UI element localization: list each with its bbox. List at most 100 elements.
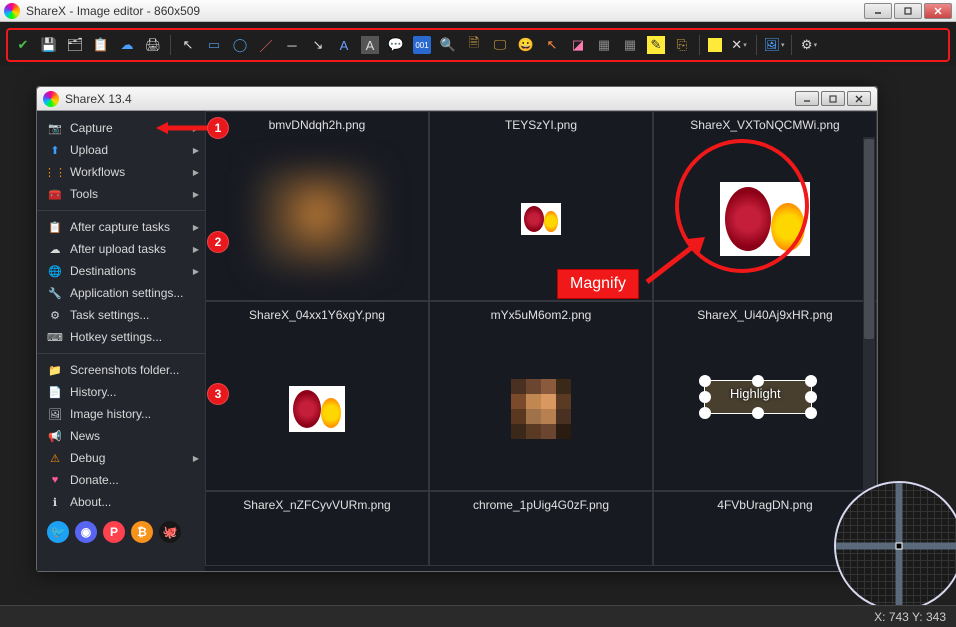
megaphone-icon: 📢 <box>47 429 63 443</box>
sidebar-item-label: Screenshots folder... <box>70 363 179 377</box>
canvas-area[interactable]: ShareX 13.4 📷Capture▶ ⬆Upload▶ ⋮⋮Workflo… <box>0 66 956 605</box>
blur-icon[interactable]: ▦ <box>595 36 613 54</box>
sidebar-item-image-history[interactable]: 🖼Image history... <box>37 403 205 425</box>
sidebar-item-about[interactable]: ℹAbout... <box>37 491 205 513</box>
scrollbar-thumb[interactable] <box>864 139 874 339</box>
info-icon: ℹ <box>47 495 63 509</box>
step-badge-3: 3 <box>207 383 229 405</box>
workflows-icon: ⋮⋮ <box>47 165 63 179</box>
sidebar-item-after-capture[interactable]: 📋After capture tasks▶ <box>37 216 205 238</box>
text-outline-icon[interactable]: A <box>335 36 353 54</box>
thumbnail-title: chrome_1pUig4G0zF.png <box>430 492 652 518</box>
sharex-main-window: ShareX 13.4 📷Capture▶ ⬆Upload▶ ⋮⋮Workflo… <box>36 86 878 572</box>
sharex-logo-icon <box>43 91 59 107</box>
highlight-icon[interactable]: ✎ <box>647 36 665 54</box>
cursor-coordinates: X: 743 Y: 343 <box>874 610 946 624</box>
magnify-annotation-arrow <box>637 237 707 287</box>
speech-icon[interactable]: 💬 <box>387 36 405 54</box>
sidebar-item-after-upload[interactable]: ☁After upload tasks▶ <box>37 238 205 260</box>
save-as-icon[interactable]: 🗂 <box>66 36 84 54</box>
thumbnail-title: ShareX_VXToNQCMWi.png <box>654 112 876 138</box>
options-icon[interactable]: ✕▾ <box>730 36 748 54</box>
sharex-logo-icon <box>4 3 20 19</box>
freehand-icon[interactable]: ／ <box>257 36 275 54</box>
sidebar-item-task-settings[interactable]: ⚙ Task settings... <box>37 304 205 326</box>
maximize-button[interactable] <box>894 3 922 19</box>
border-color-icon[interactable] <box>708 38 722 52</box>
sidebar: 📷Capture▶ ⬆Upload▶ ⋮⋮Workflows▶ 🧰Tools▶ … <box>37 111 205 571</box>
smart-eraser-icon[interactable]: ◪ <box>569 36 587 54</box>
sidebar-item-app-settings[interactable]: 🔧Application settings... <box>37 282 205 304</box>
sidebar-item-label: Task settings... <box>70 308 149 322</box>
twitter-icon[interactable]: 🐦 <box>47 521 69 543</box>
crop-icon[interactable]: ⎘ <box>673 36 691 54</box>
confirm-icon[interactable]: ✔ <box>14 36 32 54</box>
thumbnail[interactable]: mYx5uM6om2.png <box>429 301 653 491</box>
thumbnail-title: ShareX_Ui40Aj9xHR.png <box>654 302 876 328</box>
thumbnail[interactable]: bmvDNdqh2h.png <box>205 111 429 301</box>
chevron-right-icon: ▶ <box>193 245 199 254</box>
clipboard-icon[interactable]: 📋 <box>92 36 110 54</box>
sticker-icon[interactable]: 😀 <box>517 36 535 54</box>
settings-icon[interactable]: ⚙▾ <box>800 36 818 54</box>
magnifier-center-pixel <box>896 543 903 550</box>
wrench-icon: 🔧 <box>47 286 63 300</box>
thumbnail-title: TEYSzYI.png <box>430 112 652 138</box>
sidebar-item-label: Donate... <box>70 473 119 487</box>
print-icon[interactable]: 🖨 <box>144 36 162 54</box>
sidebar-item-label: Debug <box>70 451 105 465</box>
sidebar-item-hotkeys[interactable]: ⌨Hotkey settings... <box>37 326 205 348</box>
line-icon[interactable]: ─ <box>283 36 301 54</box>
separator <box>756 35 757 55</box>
upload-icon[interactable]: ☁ <box>118 36 136 54</box>
thumbnail-title: ShareX_nZFCyvVURm.png <box>206 492 428 518</box>
patreon-icon[interactable]: P <box>103 521 125 543</box>
cursor-icon[interactable]: ↖ <box>179 36 197 54</box>
save-icon[interactable]: 💾 <box>40 36 58 54</box>
bitcoin-icon[interactable]: ₿ <box>131 521 153 543</box>
thumbnail[interactable]: chrome_1pUig4G0zF.png <box>429 491 653 566</box>
sidebar-item-history[interactable]: 📄History... <box>37 381 205 403</box>
image-editor-window: ShareX - Image editor - 860x509 ✔ 💾 🗂 📋 … <box>0 0 956 627</box>
inner-close-button[interactable] <box>847 91 871 106</box>
thumbnail[interactable]: ShareX_nZFCyvVURm.png <box>205 491 429 566</box>
github-icon[interactable]: 🐙 <box>159 521 181 543</box>
sidebar-item-donate[interactable]: ♥Donate... <box>37 469 205 491</box>
sidebar-item-destinations[interactable]: 🌐Destinations▶ <box>37 260 205 282</box>
thumbnail-image <box>511 379 571 439</box>
sidebar-item-upload[interactable]: ⬆Upload▶ <box>37 139 205 161</box>
sidebar-item-debug[interactable]: ⚠Debug▶ <box>37 447 205 469</box>
image-file-icon[interactable]: 🗎 <box>465 36 483 54</box>
minimize-button[interactable] <box>864 3 892 19</box>
thumbnail-image <box>521 203 561 235</box>
step-icon[interactable]: 001 <box>413 36 431 54</box>
inner-maximize-button[interactable] <box>821 91 845 106</box>
chevron-right-icon: ▶ <box>193 223 199 232</box>
sidebar-item-tools[interactable]: 🧰Tools▶ <box>37 183 205 205</box>
thumbnail[interactable]: ShareX_04xx1Y6xgY.png <box>205 301 429 491</box>
rectangle-icon[interactable]: ▭ <box>205 36 223 54</box>
cursor-marker-icon[interactable]: ↖ <box>543 36 561 54</box>
close-button[interactable] <box>924 3 952 19</box>
image-options-icon[interactable]: 🖼▾ <box>765 36 783 54</box>
pixelate-icon[interactable]: ▦ <box>621 36 639 54</box>
chevron-right-icon: ▶ <box>193 190 199 199</box>
sidebar-item-screenshots-folder[interactable]: 📁Screenshots folder... <box>37 359 205 381</box>
ellipse-icon[interactable]: ◯ <box>231 36 249 54</box>
sidebar-item-workflows[interactable]: ⋮⋮Workflows▶ <box>37 161 205 183</box>
magnify-icon[interactable]: 🔍 <box>439 36 457 54</box>
titlebar: ShareX - Image editor - 860x509 <box>0 0 956 22</box>
discord-icon[interactable]: ◉ <box>75 521 97 543</box>
screen-icon[interactable]: 🖵 <box>491 36 509 54</box>
divider <box>37 353 205 354</box>
text-bg-icon[interactable]: A <box>361 36 379 54</box>
thumbnail-title: mYx5uM6om2.png <box>430 302 652 328</box>
thumbnail[interactable]: ShareX_Ui40Aj9xHR.png Highlight <box>653 301 877 491</box>
divider <box>37 210 205 211</box>
inner-minimize-button[interactable] <box>795 91 819 106</box>
arrow-icon[interactable]: ↘ <box>309 36 327 54</box>
gear-icon: ⚙ <box>47 308 63 322</box>
sidebar-item-news[interactable]: 📢News <box>37 425 205 447</box>
thumbnail-title: ShareX_04xx1Y6xgY.png <box>206 302 428 328</box>
window-title: ShareX - Image editor - 860x509 <box>26 4 864 18</box>
